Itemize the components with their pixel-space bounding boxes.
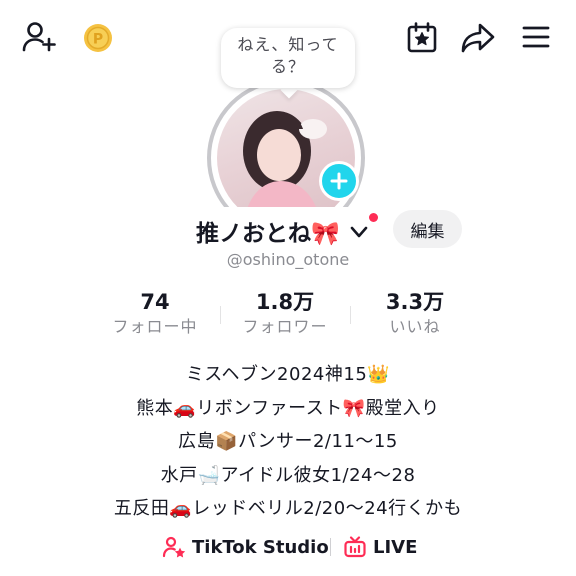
chevron-down-icon[interactable]: [349, 224, 369, 243]
stat-label: フォロワー: [242, 317, 328, 336]
live-link[interactable]: LIVE: [343, 532, 417, 562]
display-name: 推ノおとね🎀: [196, 221, 340, 247]
stat-likes[interactable]: 3.3万 いいね: [350, 288, 480, 338]
status-bubble[interactable]: ねえ、知ってる？: [221, 28, 355, 88]
stat-following[interactable]: 74 フォロー中: [90, 288, 220, 338]
notification-dot: [369, 213, 378, 222]
stat-value: 1.8万: [255, 290, 315, 314]
bio: ミスヘブン2024神15👑 熊本🚗リボンファースト🎀殿堂入り 広島📦パンサー2/…: [0, 358, 576, 526]
stat-value: 74: [140, 290, 170, 314]
svg-text:P: P: [93, 32, 103, 48]
bio-line: 熊本🚗リボンファースト🎀殿堂入り: [136, 397, 440, 419]
calendar-star-icon[interactable]: [403, 19, 441, 57]
link-label: TikTok Studio: [192, 536, 329, 558]
tiktok-studio-icon: [162, 536, 186, 558]
stat-label: いいね: [389, 317, 441, 336]
add-avatar-button[interactable]: [319, 161, 359, 201]
username: @oshino_otone: [226, 250, 350, 269]
bio-line: 水戸🛁アイドル彼女1/24〜28: [160, 464, 416, 486]
add-friend-icon[interactable]: [20, 18, 58, 56]
stats-row: 74 フォロー中 1.8万 フォロワー 3.3万 いいね: [90, 288, 480, 340]
edit-profile-button[interactable]: 編集: [393, 210, 462, 248]
stat-followers[interactable]: 1.8万 フォロワー: [220, 288, 350, 338]
coin-icon[interactable]: P: [82, 22, 114, 54]
stat-value: 3.3万: [385, 290, 445, 314]
name-row: 推ノおとね🎀: [0, 210, 576, 250]
bio-line: 五反田🚗レッドベリル2/20〜24行くかも: [113, 498, 463, 519]
share-icon[interactable]: [459, 19, 497, 57]
divider: [330, 538, 331, 556]
tiktok-studio-link[interactable]: TikTok Studio: [162, 532, 329, 562]
profile-links: TikTok Studio LIVE: [0, 532, 576, 562]
bio-line: ミスヘブン2024神15👑: [185, 364, 391, 385]
menu-icon[interactable]: [518, 20, 554, 54]
stat-label: フォロー中: [112, 317, 198, 336]
live-icon: [344, 536, 366, 558]
link-label: LIVE: [373, 536, 418, 558]
bio-line: 広島📦パンサー2/11〜15: [178, 431, 398, 452]
